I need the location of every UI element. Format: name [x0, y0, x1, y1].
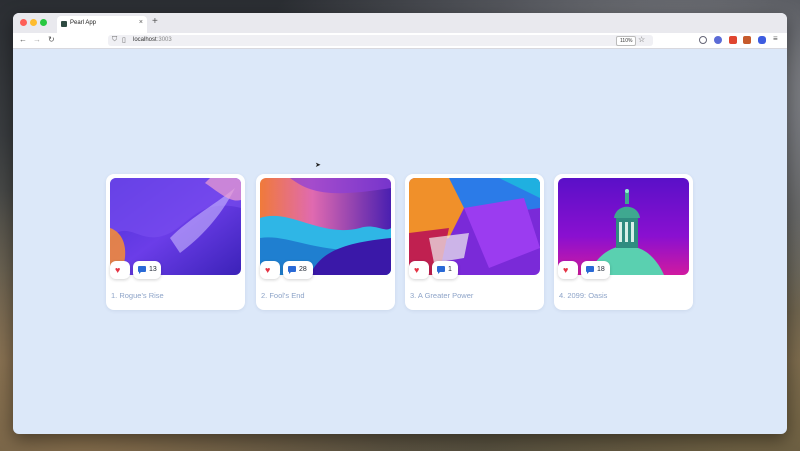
heart-icon: ♥	[563, 265, 569, 275]
tab-title: Pearl App	[70, 20, 97, 26]
comment-icon	[586, 266, 594, 274]
comment-count: 18	[597, 266, 605, 273]
comments-button[interactable]: 13	[133, 261, 161, 279]
comment-count: 13	[149, 266, 157, 273]
menu-icon[interactable]: ≡	[773, 34, 778, 44]
mouse-cursor-icon: ➤	[315, 162, 321, 169]
comment-icon	[288, 266, 296, 274]
comments-button[interactable]: 1	[432, 261, 458, 279]
like-button[interactable]: ♥	[558, 261, 578, 279]
minimize-window-button[interactable]	[30, 19, 37, 26]
bookmark-star-icon[interactable]: ☆	[638, 35, 645, 44]
extension-blue-icon[interactable]	[758, 36, 766, 44]
card-artwork	[558, 178, 689, 275]
comment-icon	[138, 266, 146, 274]
comment-count: 28	[299, 266, 307, 273]
url-text[interactable]: localhost:3003	[133, 37, 172, 43]
shield-icon[interactable]: ⛉	[112, 36, 117, 44]
favicon-icon	[61, 21, 67, 27]
forward-button[interactable]: →	[33, 35, 41, 45]
url-bar[interactable]: ⛉ ▯ localhost:3003 110% ☆	[108, 35, 653, 46]
card-title[interactable]: 1. Rogue's Rise	[111, 291, 164, 300]
card-title[interactable]: 3. A Greater Power	[410, 291, 473, 300]
heart-icon: ♥	[265, 265, 271, 275]
comment-count: 1	[448, 266, 452, 273]
zoom-level-badge[interactable]: 110%	[616, 36, 637, 46]
browser-window: Pearl App × + ← → ↻ ⛉ ▯ localhost:3003 1…	[13, 13, 787, 434]
tab-close-icon[interactable]: ×	[139, 19, 143, 26]
pocket-icon[interactable]	[699, 36, 707, 44]
like-button[interactable]: ♥	[110, 261, 130, 279]
like-button[interactable]: ♥	[409, 261, 429, 279]
like-button[interactable]: ♥	[260, 261, 280, 279]
reload-button[interactable]: ↻	[48, 35, 55, 45]
story-card[interactable]: ♥ 1 3. A Greater Power	[405, 174, 544, 310]
card-artwork	[110, 178, 241, 275]
card-title[interactable]: 2. Fool's End	[261, 291, 305, 300]
maximize-window-button[interactable]	[40, 19, 47, 26]
comments-button[interactable]: 18	[581, 261, 610, 279]
card-artwork	[260, 178, 391, 275]
extension-red-icon[interactable]	[729, 36, 737, 44]
extension-orange-icon[interactable]	[743, 36, 751, 44]
extension-icon[interactable]	[714, 36, 722, 44]
heart-icon: ♥	[414, 265, 420, 275]
page-content: ➤ ♥ 13 1. Rogue's Rise ♥ 28 2. Fool's En…	[13, 49, 787, 434]
story-card[interactable]: ♥ 13 1. Rogue's Rise	[106, 174, 245, 310]
page-info-icon[interactable]: ▯	[122, 36, 126, 44]
heart-icon: ♥	[115, 265, 121, 275]
tab-pearl-app[interactable]: Pearl App ×	[57, 16, 147, 33]
navigation-bar: ← → ↻ ⛉ ▯ localhost:3003 110% ☆ ≡	[13, 33, 787, 49]
story-card[interactable]: ♥ 18 4. 2099: Oasis	[554, 174, 693, 310]
story-card[interactable]: ♥ 28 2. Fool's End	[256, 174, 395, 310]
comment-icon	[437, 266, 445, 274]
card-artwork	[409, 178, 540, 275]
card-title[interactable]: 4. 2099: Oasis	[559, 291, 607, 300]
comments-button[interactable]: 28	[283, 261, 313, 279]
tab-bar: Pearl App × +	[13, 13, 787, 33]
back-button[interactable]: ←	[19, 35, 27, 45]
close-window-button[interactable]	[20, 19, 27, 26]
new-tab-button[interactable]: +	[152, 17, 158, 27]
